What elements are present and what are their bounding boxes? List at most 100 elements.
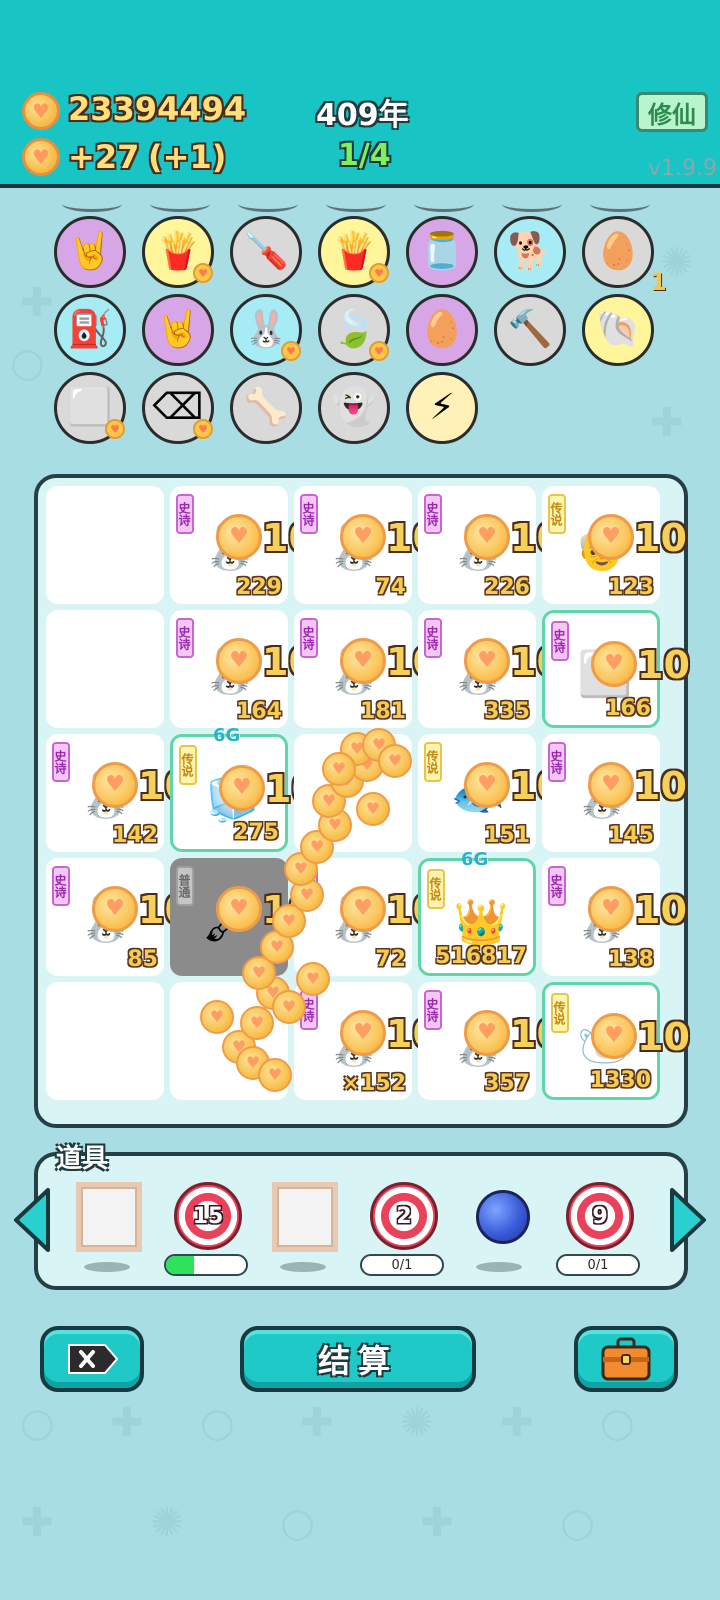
version-label: v1.9.9 (648, 156, 717, 181)
props-title: 道具 (56, 1144, 109, 1174)
rarity-tag: 传说 (551, 993, 569, 1033)
settle-label: 结算 (317, 1342, 398, 1380)
screwdriver-icon[interactable]: 🪛 (230, 216, 302, 288)
slot-cell[interactable]: 史诗🐰♥1085 (46, 858, 191, 976)
item-value: 181 (360, 699, 406, 724)
props-prev-button[interactable] (12, 1186, 52, 1254)
arrow-right-icon (670, 1188, 706, 1252)
payout-coin-icon: ♥ (340, 886, 386, 932)
props-next-button[interactable] (668, 1186, 708, 1254)
item-value: 357 (484, 1071, 530, 1096)
payout-value: 10 (634, 764, 687, 808)
slot-cell[interactable]: 传说🧊6G♥10275 (170, 725, 318, 852)
empty-slot[interactable] (46, 610, 164, 728)
slot-cell[interactable]: 史诗🐰♥10145 (542, 734, 687, 852)
slot-cell[interactable]: 史诗⬜♥10166 (542, 610, 690, 728)
slot-cell[interactable]: 史诗🐰♥1074 (294, 486, 439, 604)
flying-coin-icon: ♥ (200, 1000, 234, 1034)
item-value: 516817 (435, 944, 527, 969)
rabbit-icon[interactable]: 🐰 ♥ (230, 294, 302, 366)
payout-value: 10 (637, 1015, 690, 1059)
charge-label: 0/1 (391, 1257, 413, 1273)
fries-icon[interactable]: 🍟 ♥ (318, 216, 390, 288)
slot-cell[interactable]: 史诗🐰♥10×152 (294, 982, 439, 1100)
rock-hand-icon[interactable]: 🤘 (142, 294, 214, 366)
payout-coin-icon: ♥ (92, 762, 138, 808)
delete-tag-icon (68, 1344, 119, 1374)
target-item[interactable]: 15 (164, 1180, 248, 1280)
empty-slot[interactable] (46, 486, 164, 604)
item-value: 85 (127, 947, 158, 972)
charge-bar (164, 1254, 248, 1276)
target-icon: 2 (370, 1182, 438, 1250)
item-value: 123 (608, 575, 654, 600)
delete-button[interactable] (40, 1326, 144, 1392)
item-value: 166 (605, 696, 651, 721)
payout-coin-icon: ♥ (591, 1013, 637, 1059)
lightning-icon[interactable]: ⚡ (406, 372, 478, 444)
charge-fill (166, 1256, 194, 1274)
payout-value: 10 (637, 643, 690, 687)
rock-hand-icon[interactable]: 🤘 (54, 216, 126, 288)
flying-coin-icon: ♥ (322, 752, 356, 786)
delete-tag-icon[interactable]: ⌫ ♥ (142, 372, 214, 444)
shell-icon[interactable]: 🐚 (582, 294, 654, 366)
heart-badge-icon: ♥ (281, 341, 301, 361)
scrolled-relic (150, 196, 210, 212)
slot-cell[interactable]: 史诗🐰♥10142 (46, 734, 191, 852)
level-tag: 6G (461, 849, 489, 870)
rarity-tag: 史诗 (52, 866, 70, 906)
rarity-tag: 史诗 (548, 742, 566, 782)
slot-cell[interactable]: 史诗🐰♥10357 (418, 982, 563, 1100)
jar-icon[interactable]: 🫙 (406, 216, 478, 288)
dog-icon[interactable]: 🐕 (494, 216, 566, 288)
slot-cell[interactable]: 史诗🐰♥10164 (170, 610, 315, 728)
egg-tray-icon[interactable]: 🥚 (582, 216, 654, 288)
payout-coin-icon: ♥ (591, 641, 637, 687)
target-icon: 15 (174, 1182, 242, 1250)
item-value: 138 (608, 947, 654, 972)
slot-cell[interactable]: 史诗🐰♥10226 (418, 486, 563, 604)
heart-badge-icon: ♥ (369, 341, 389, 361)
fries-icon[interactable]: 🍟 ♥ (142, 216, 214, 288)
slot-cell[interactable]: 传说👴♥10123 (542, 486, 687, 604)
hammer-icon[interactable]: 🔨 (494, 294, 566, 366)
slot-cell[interactable]: 传说🐟♥10151 (418, 734, 563, 852)
slot-cell[interactable]: 史诗🐰♥10181 (294, 610, 439, 728)
heart-badge-icon: ♥ (193, 263, 213, 283)
sugar-cubes-icon[interactable]: ⬜ ♥ (54, 372, 126, 444)
flying-coin-icon: ♥ (378, 744, 412, 778)
ghost-icon[interactable]: 👻 (318, 372, 390, 444)
leaf-icon[interactable]: 🍃 ♥ (318, 294, 390, 366)
pet-bowl-icon[interactable]: 🦴 (230, 372, 302, 444)
slot-cell[interactable]: 传说🐻‍❄️♥101330 (542, 982, 690, 1100)
target-icon: 9 (566, 1182, 634, 1250)
slot-cell[interactable]: 史诗🐰♥10229 (170, 486, 315, 604)
frame-item[interactable] (70, 1180, 150, 1280)
payout-coin-icon: ♥ (216, 886, 262, 932)
item-value: 229 (236, 575, 282, 600)
briefcase-icon (601, 1337, 651, 1381)
charge-bar: 0/1 (556, 1254, 640, 1276)
cultivation-mode-button[interactable]: 修仙 (636, 92, 708, 132)
charge-label: 0/1 (587, 1257, 609, 1273)
flying-coin-icon: ♥ (272, 990, 306, 1024)
payout-value: 10 (634, 888, 687, 932)
rarity-tag: 史诗 (176, 494, 194, 534)
pump-icon[interactable]: ⛽ (54, 294, 126, 366)
slot-cell[interactable]: 史诗🐰♥10138 (542, 858, 687, 976)
slot-cell[interactable]: 史诗🐰♥10335 (418, 610, 563, 728)
blueberry-item[interactable] (462, 1180, 542, 1280)
slot-cell[interactable]: 传说 👑 6G 516817 (418, 849, 536, 976)
rarity-tag: 史诗 (424, 990, 442, 1030)
payout-coin-icon: ♥ (340, 638, 386, 684)
settle-button[interactable]: 结算 (240, 1326, 476, 1392)
item-value: 275 (233, 820, 279, 845)
bag-button[interactable] (574, 1326, 678, 1392)
empty-slot[interactable] (46, 982, 164, 1100)
egg-icon[interactable]: 🥚 (406, 294, 478, 366)
frame-item[interactable] (266, 1180, 346, 1280)
charge-bar: 0/1 (360, 1254, 444, 1276)
target-item[interactable]: 2 0/1 (360, 1180, 444, 1280)
target-item[interactable]: 9 0/1 (556, 1180, 640, 1280)
